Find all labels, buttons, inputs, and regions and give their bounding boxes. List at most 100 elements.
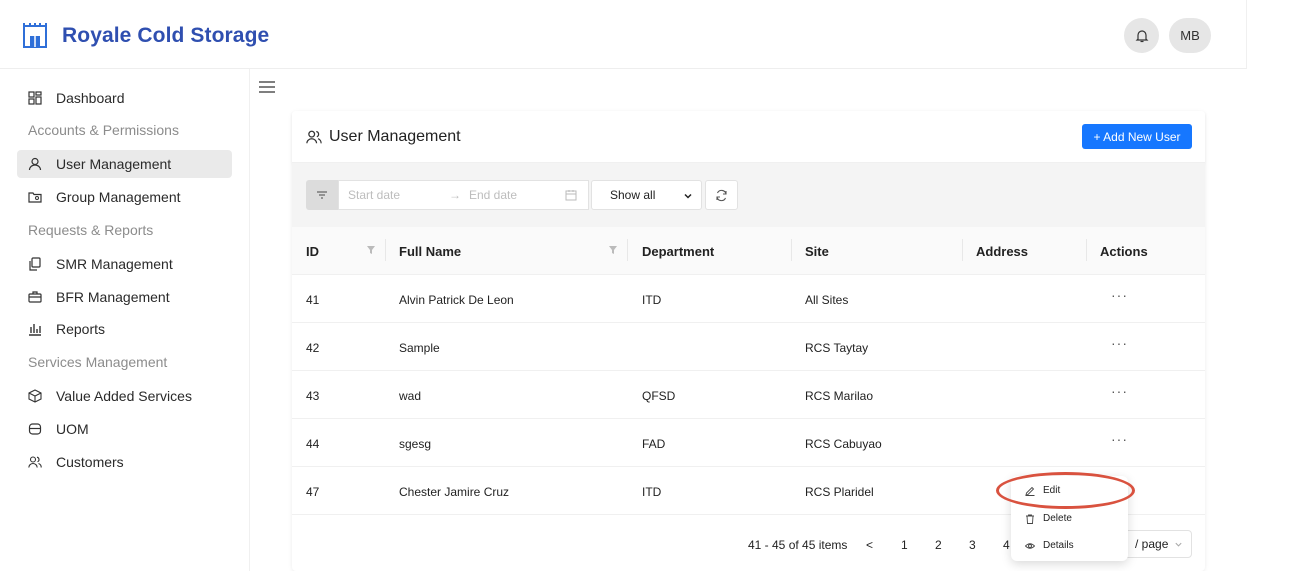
show-filter-select[interactable]: Show all [591, 180, 702, 210]
warehouse-logo-icon [23, 23, 47, 48]
column-divider [627, 239, 628, 261]
filter-button[interactable] [306, 180, 338, 210]
filter-lines-icon [317, 191, 327, 199]
cell-full-name: Alvin Patrick De Leon [399, 293, 514, 307]
users-icon [306, 130, 322, 144]
cell-site: All Sites [805, 293, 849, 307]
edit-highlight-annotation [996, 472, 1135, 509]
select-value: Show all [610, 188, 656, 202]
user-avatar[interactable]: MB [1169, 18, 1211, 53]
database-icon [28, 423, 42, 435]
more-actions-icon[interactable]: ··· [1111, 287, 1128, 303]
date-range-picker[interactable]: Start date → End date [338, 180, 589, 210]
sidebar-item-label: SMR Management [56, 256, 173, 272]
table-header: ID Full Name Department Site Address Act… [292, 227, 1205, 275]
menu-item-details[interactable]: Details [1025, 540, 1074, 551]
page-title-text: User Management [329, 128, 461, 145]
table-row: 42 Sample RCS Taytay ··· [292, 323, 1205, 371]
page-1-button[interactable]: 1 [901, 538, 908, 552]
notifications-button[interactable] [1124, 18, 1159, 53]
menu-item-label: Details [1043, 540, 1074, 551]
sidebar-item-label: Reports [56, 321, 106, 337]
app-title: Royale Cold Storage [62, 24, 270, 47]
sidebar-item-reports[interactable]: Reports [17, 315, 232, 343]
cell-full-name: Chester Jamire Cruz [399, 485, 510, 499]
sidebar-item-label: Dashboard [56, 90, 125, 106]
start-date-input[interactable]: Start date [348, 188, 400, 202]
refresh-button[interactable] [705, 180, 738, 210]
sidebar-item-label: UOM [56, 421, 89, 437]
column-filter-icon[interactable] [366, 245, 376, 255]
menu-item-delete[interactable]: Delete [1025, 513, 1072, 524]
nav-group-accounts: Accounts & Permissions [28, 122, 179, 138]
column-divider [791, 239, 792, 261]
prev-page-button[interactable]: < [866, 538, 873, 552]
cell-department: FAD [642, 437, 666, 451]
column-header-site: Site [805, 244, 829, 259]
column-header-address: Address [976, 244, 1029, 259]
page-size-value: / page [1135, 537, 1169, 551]
sidebar-item-label: Group Management [56, 189, 181, 205]
column-divider [385, 239, 386, 261]
cell-site: RCS Cabuyao [805, 437, 882, 451]
calendar-icon [565, 190, 577, 201]
briefcase-icon [28, 291, 42, 303]
menu-item-label: Delete [1043, 513, 1072, 524]
copy-icon [29, 257, 41, 271]
chevron-down-icon [1175, 542, 1182, 547]
sidebar-item-value-added-services[interactable]: Value Added Services [17, 382, 232, 410]
trash-icon [1026, 514, 1034, 524]
cell-id: 43 [306, 389, 320, 403]
hamburger-menu-icon[interactable] [258, 80, 276, 94]
sidebar: Dashboard Accounts & Permissions User Ma… [0, 69, 250, 571]
card-header: User Management + Add New User [292, 111, 1205, 163]
cell-department: ITD [642, 485, 662, 499]
cell-full-name: sgesg [399, 437, 432, 451]
sidebar-item-user-management[interactable]: User Management [17, 150, 232, 178]
page-title: User Management [306, 128, 461, 146]
refresh-icon [716, 189, 727, 201]
cell-site: RCS Plaridel [805, 485, 874, 499]
cell-id: 42 [306, 341, 320, 355]
add-new-user-button[interactable]: + Add New User [1082, 124, 1192, 149]
sidebar-item-uom[interactable]: UOM [17, 415, 232, 443]
bell-icon [1135, 29, 1148, 42]
page-size-select[interactable]: / page [1122, 530, 1192, 558]
cell-site: RCS Marilao [805, 389, 874, 403]
users-icon [28, 456, 42, 468]
end-date-input[interactable]: End date [469, 188, 517, 202]
page-4-button[interactable]: 4 [1003, 538, 1010, 552]
column-divider [962, 239, 963, 261]
more-actions-icon[interactable]: ··· [1111, 335, 1128, 351]
cell-id: 44 [306, 437, 320, 451]
column-divider [1086, 239, 1087, 261]
eye-icon [1025, 542, 1035, 549]
page-3-button[interactable]: 3 [969, 538, 976, 552]
column-filter-icon[interactable] [608, 245, 618, 255]
table-row: 44 sgesg FAD RCS Cabuyao ··· [292, 419, 1205, 467]
table-row: 43 wad QFSD RCS Marilao ··· [292, 371, 1205, 419]
nav-group-requests: Requests & Reports [28, 222, 154, 238]
logo[interactable]: Royale Cold Storage [21, 22, 269, 50]
sidebar-item-label: Value Added Services [56, 388, 192, 404]
column-header-id[interactable]: ID [306, 244, 319, 259]
cell-site: RCS Taytay [805, 341, 869, 355]
column-header-full-name[interactable]: Full Name [399, 244, 461, 259]
sidebar-item-dashboard[interactable]: Dashboard [17, 84, 232, 112]
more-actions-icon[interactable]: ··· [1111, 383, 1128, 399]
sidebar-item-customers[interactable]: Customers [17, 448, 232, 476]
sidebar-item-smr-management[interactable]: SMR Management [17, 250, 232, 278]
sidebar-item-label: Customers [56, 454, 124, 470]
cell-full-name: Sample [399, 341, 440, 355]
cell-department: ITD [642, 293, 662, 307]
top-header: Royale Cold Storage MB [0, 0, 1247, 69]
more-actions-icon[interactable]: ··· [1111, 431, 1128, 447]
sidebar-item-bfr-management[interactable]: BFR Management [17, 283, 232, 311]
sidebar-item-group-management[interactable]: Group Management [17, 183, 232, 211]
pagination-range: 41 - 45 of 45 items [748, 538, 848, 552]
chevron-down-icon [684, 193, 692, 199]
bar-chart-icon [29, 324, 41, 336]
range-arrow: → [449, 188, 461, 202]
column-header-actions: Actions [1100, 244, 1148, 259]
page-2-button[interactable]: 2 [935, 538, 942, 552]
